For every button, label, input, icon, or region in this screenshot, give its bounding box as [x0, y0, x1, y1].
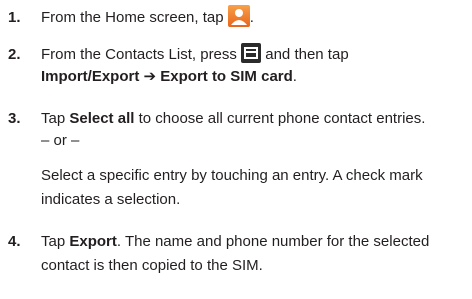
step-text: Tap Select all to choose all current pho…	[41, 104, 425, 134]
step-4-tap: Tap	[41, 233, 66, 250]
step-2-text: From the Contacts List, press	[41, 46, 237, 63]
step-4-text: . The name and phone number for the sele…	[116, 233, 430, 250]
step-text: From the Home screen, tap .	[41, 3, 254, 33]
step-2-path: Import/Export ➔ Export to SIM card.	[41, 62, 297, 92]
menu-key-icon	[241, 43, 262, 63]
select-all-label: Select all	[69, 110, 135, 127]
step-1-text: From the Home screen, tap	[41, 9, 224, 26]
menu-path-export-sim: Export to SIM card	[160, 68, 293, 85]
step-3-tap: Tap	[41, 110, 66, 127]
instruction-page: 1. From the Home screen, tap . 2. From t…	[0, 0, 472, 299]
or-separator: – or –	[41, 132, 80, 149]
step-number: 4.	[8, 233, 21, 250]
step-4-text-2: contact is then copied to the SIM.	[41, 257, 263, 274]
step-2-period: .	[292, 68, 297, 85]
step-3-text: to choose all current phone contact entr…	[138, 110, 426, 127]
contacts-app-icon	[227, 5, 250, 27]
step-3-alt-text-2: indicates a selection.	[41, 191, 181, 208]
step-2-continue: and then tap	[265, 46, 349, 63]
menu-path-import-export: Import/Export	[41, 68, 140, 85]
step-number: 2.	[8, 46, 21, 63]
export-label: Export	[69, 233, 117, 250]
step-number: 3.	[8, 110, 21, 127]
step-1-period: .	[249, 9, 254, 26]
arrow-icon: ➔	[143, 68, 157, 85]
step-number: 1.	[8, 9, 21, 26]
